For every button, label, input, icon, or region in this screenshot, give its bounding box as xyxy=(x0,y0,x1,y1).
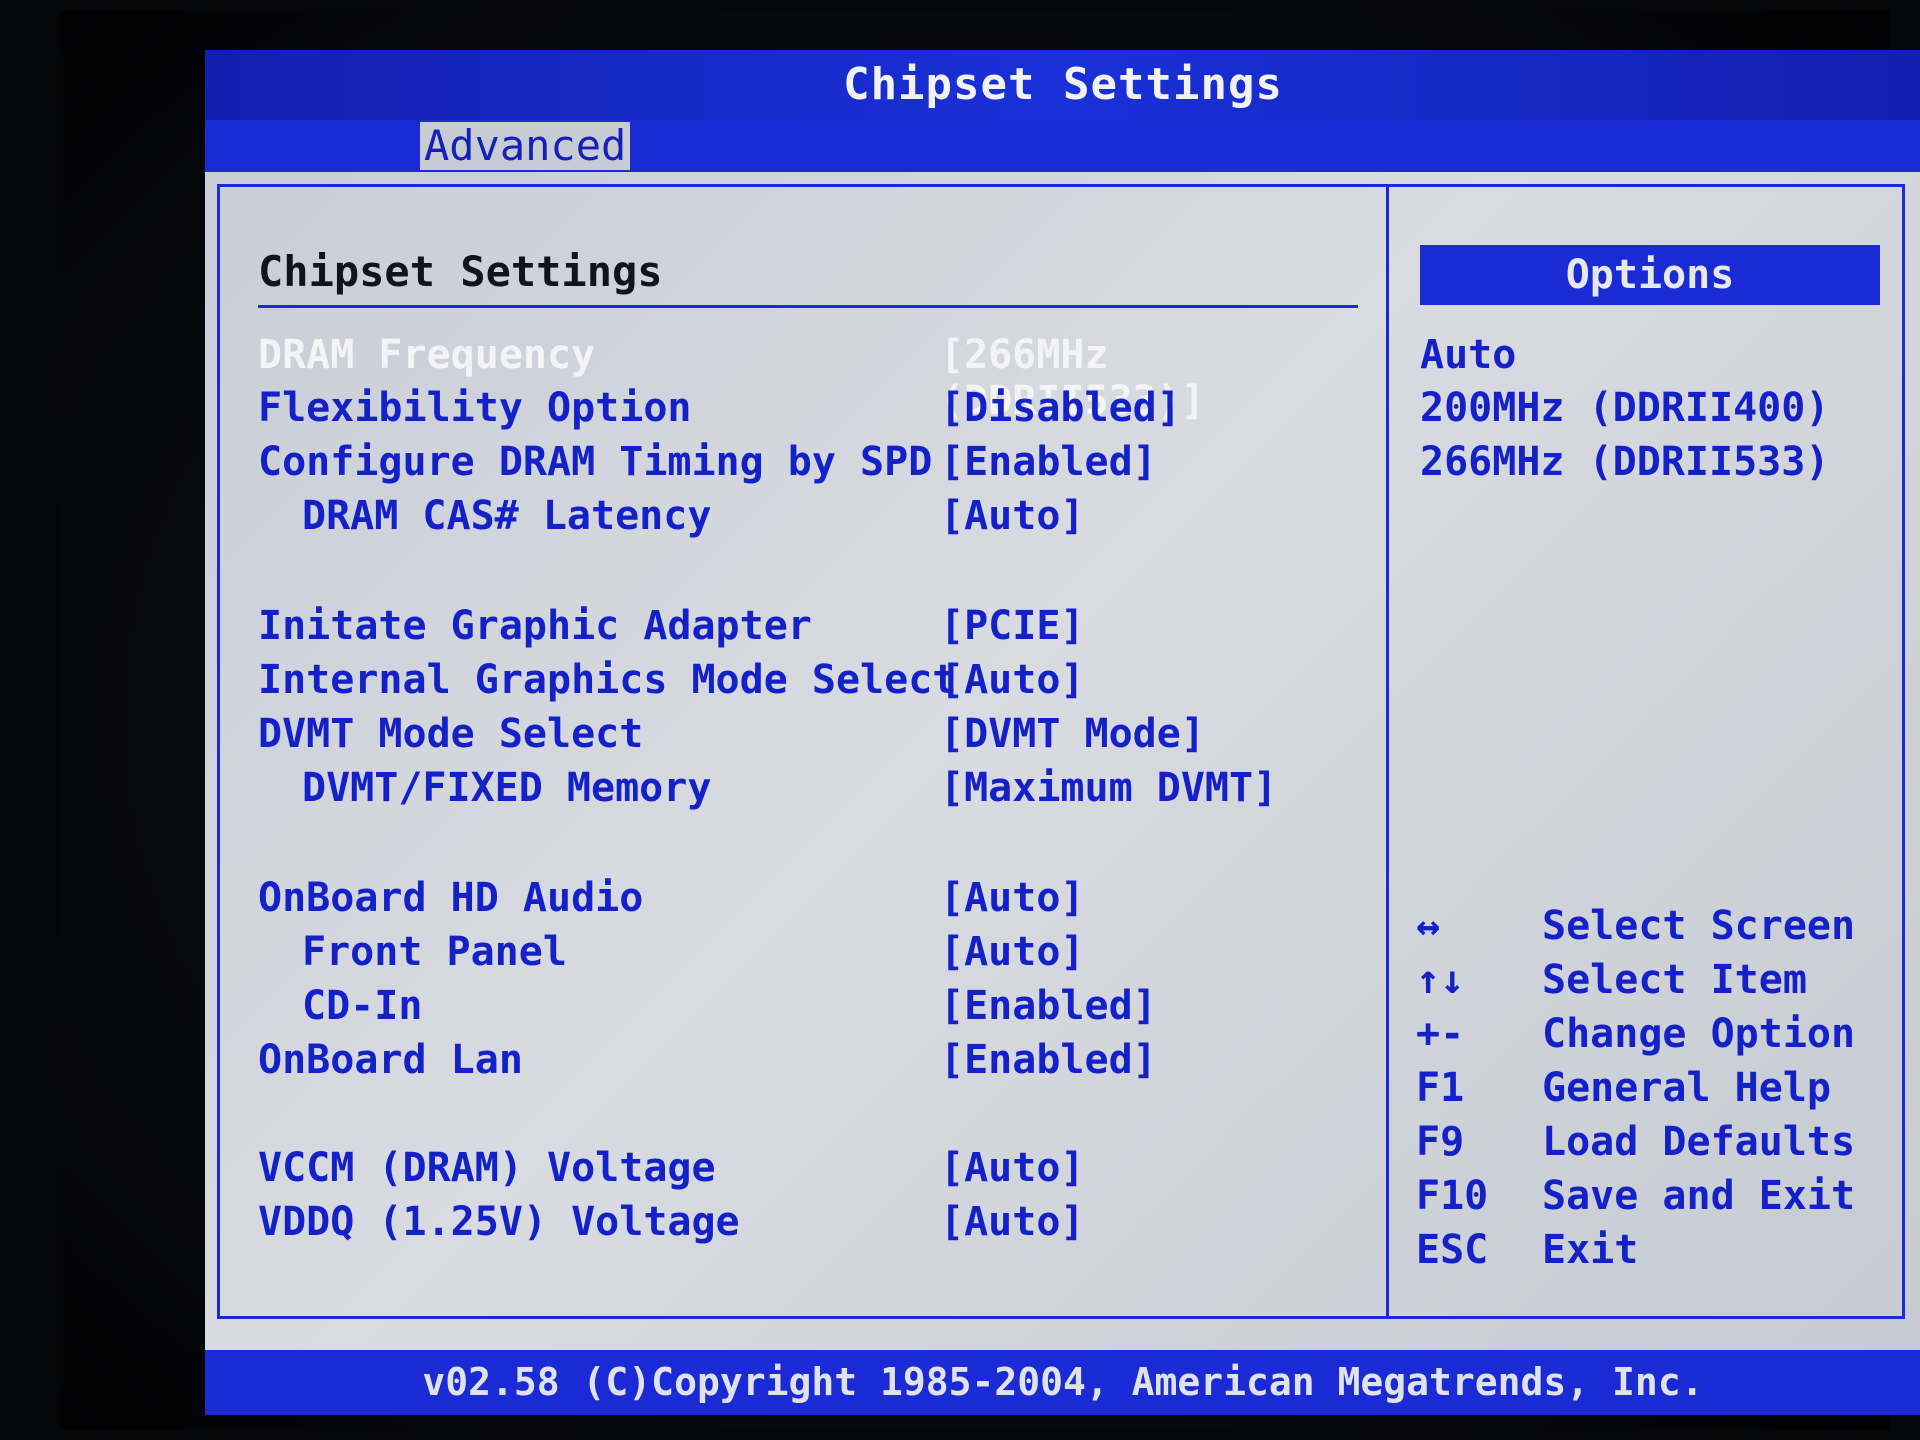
setting-row-cd-in[interactable]: CD-In [Enabled] xyxy=(220,983,1380,1033)
setting-value: [Auto] xyxy=(940,875,1085,921)
help-row-load-defaults: F9 Load Defaults xyxy=(1416,1119,1876,1171)
setting-row-dram-frequency[interactable]: DRAM Frequency [266MHz (DDRII533)] xyxy=(220,332,1380,424)
setting-row-graphic-adapter[interactable]: Initate Graphic Adapter [PCIE] xyxy=(220,603,1380,653)
setting-row-flexibility-option[interactable]: Flexibility Option [Disabled] xyxy=(220,385,1380,435)
setting-value: [Auto] xyxy=(940,1199,1085,1245)
setting-label: DRAM Frequency xyxy=(258,332,596,378)
setting-value: [Enabled] xyxy=(940,983,1157,1029)
setting-row-front-panel[interactable]: Front Panel [Auto] xyxy=(220,929,1380,979)
panel-divider xyxy=(1386,187,1389,1316)
option-item-266mhz[interactable]: 266MHz (DDRII533) xyxy=(1420,439,1829,485)
help-key: F1 xyxy=(1416,1065,1465,1111)
monitor-bezel: Chipset Settings Advanced Chipset Settin… xyxy=(60,10,1920,1430)
help-desc: Select Item xyxy=(1542,957,1807,1003)
bios-screen: Chipset Settings Advanced Chipset Settin… xyxy=(205,50,1920,1415)
setting-row-configure-dram-timing[interactable]: Configure DRAM Timing by SPD [Enabled] xyxy=(220,439,1380,489)
setting-row-dram-cas-latency[interactable]: DRAM CAS# Latency [Auto] xyxy=(220,493,1380,543)
help-desc: Change Option xyxy=(1542,1011,1856,1057)
setting-row-onboard-hd-audio[interactable]: OnBoard HD Audio [Auto] xyxy=(220,875,1380,925)
setting-value: [Auto] xyxy=(940,657,1085,703)
setting-value: [Enabled] xyxy=(940,1037,1157,1083)
setting-row-vddq-voltage[interactable]: VDDQ (1.25V) Voltage [Auto] xyxy=(220,1199,1380,1249)
help-desc: General Help xyxy=(1542,1065,1831,1111)
setting-label: Initate Graphic Adapter xyxy=(258,603,812,649)
setting-value: [Auto] xyxy=(940,929,1085,975)
setting-value: [PCIE] xyxy=(940,603,1085,649)
setting-label: DVMT Mode Select xyxy=(258,711,644,757)
title-bar: Chipset Settings xyxy=(205,50,1920,120)
arrows-up-down-icon: ↑↓ xyxy=(1416,957,1465,1003)
settings-pane: Chipset Settings DRAM Frequency [266MHz … xyxy=(220,187,1380,1316)
copyright-footer: v02.58 (C)Copyright 1985-2004, American … xyxy=(205,1350,1920,1415)
setting-row-internal-graphics-mode[interactable]: Internal Graphics Mode Select [Auto] xyxy=(220,657,1380,707)
setting-label: Internal Graphics Mode Select xyxy=(258,657,957,703)
setting-value: [Enabled] xyxy=(940,439,1157,485)
setting-label: Front Panel xyxy=(302,929,567,975)
setting-row-dvmt-fixed-memory[interactable]: DVMT/FIXED Memory [Maximum DVMT] xyxy=(220,765,1380,815)
setting-label: Configure DRAM Timing by SPD xyxy=(258,439,933,485)
content-panel: Chipset Settings DRAM Frequency [266MHz … xyxy=(205,172,1920,1350)
help-row-save-exit: F10 Save and Exit xyxy=(1416,1173,1876,1225)
option-item-200mhz[interactable]: 200MHz (DDRII400) xyxy=(1420,385,1829,431)
copyright-text: v02.58 (C)Copyright 1985-2004, American … xyxy=(422,1360,1704,1404)
tab-bar: Advanced xyxy=(205,120,1920,172)
help-key: F9 xyxy=(1416,1119,1465,1165)
setting-value: [Disabled] xyxy=(940,385,1181,431)
setting-label: CD-In xyxy=(302,983,423,1029)
help-row-select-item: ↑↓ Select Item xyxy=(1416,957,1876,1009)
setting-value: [Auto] xyxy=(940,1145,1085,1191)
help-key: F10 xyxy=(1416,1173,1489,1219)
setting-label: OnBoard Lan xyxy=(258,1037,523,1083)
options-header: Options xyxy=(1420,245,1880,305)
tab-advanced[interactable]: Advanced xyxy=(420,122,631,170)
help-row-select-screen: ↔ Select Screen xyxy=(1416,903,1876,955)
option-item-auto[interactable]: Auto xyxy=(1420,332,1516,378)
setting-label: OnBoard HD Audio xyxy=(258,875,644,921)
help-key: +- xyxy=(1416,1011,1465,1057)
help-desc: Save and Exit xyxy=(1542,1173,1856,1219)
content-frame: Chipset Settings DRAM Frequency [266MHz … xyxy=(217,184,1905,1319)
title-underline xyxy=(258,305,1358,308)
help-row-exit: ESC Exit xyxy=(1416,1227,1876,1279)
setting-label: VCCM (DRAM) Voltage xyxy=(258,1145,716,1191)
setting-label: DRAM CAS# Latency xyxy=(302,493,712,539)
help-key: ESC xyxy=(1416,1227,1489,1273)
setting-value: [DVMT Mode] xyxy=(940,711,1205,757)
help-row-general-help: F1 General Help xyxy=(1416,1065,1876,1117)
setting-row-dvmt-mode[interactable]: DVMT Mode Select [DVMT Mode] xyxy=(220,711,1380,761)
help-desc: Load Defaults xyxy=(1542,1119,1856,1165)
setting-value: [Maximum DVMT] xyxy=(940,765,1278,811)
setting-row-vccm-voltage[interactable]: VCCM (DRAM) Voltage [Auto] xyxy=(220,1145,1380,1195)
screen-title: Chipset Settings xyxy=(843,59,1283,110)
setting-label: DVMT/FIXED Memory xyxy=(302,765,712,811)
help-desc: Select Screen xyxy=(1542,903,1856,949)
page-title: Chipset Settings xyxy=(258,247,663,296)
help-desc: Exit xyxy=(1542,1227,1639,1273)
setting-label: Flexibility Option xyxy=(258,385,692,431)
arrows-left-right-icon: ↔ xyxy=(1416,903,1441,949)
setting-label: VDDQ (1.25V) Voltage xyxy=(258,1199,740,1245)
setting-row-onboard-lan[interactable]: OnBoard Lan [Enabled] xyxy=(220,1037,1380,1087)
help-row-change-option: +- Change Option xyxy=(1416,1011,1876,1063)
setting-value: [Auto] xyxy=(940,493,1085,539)
